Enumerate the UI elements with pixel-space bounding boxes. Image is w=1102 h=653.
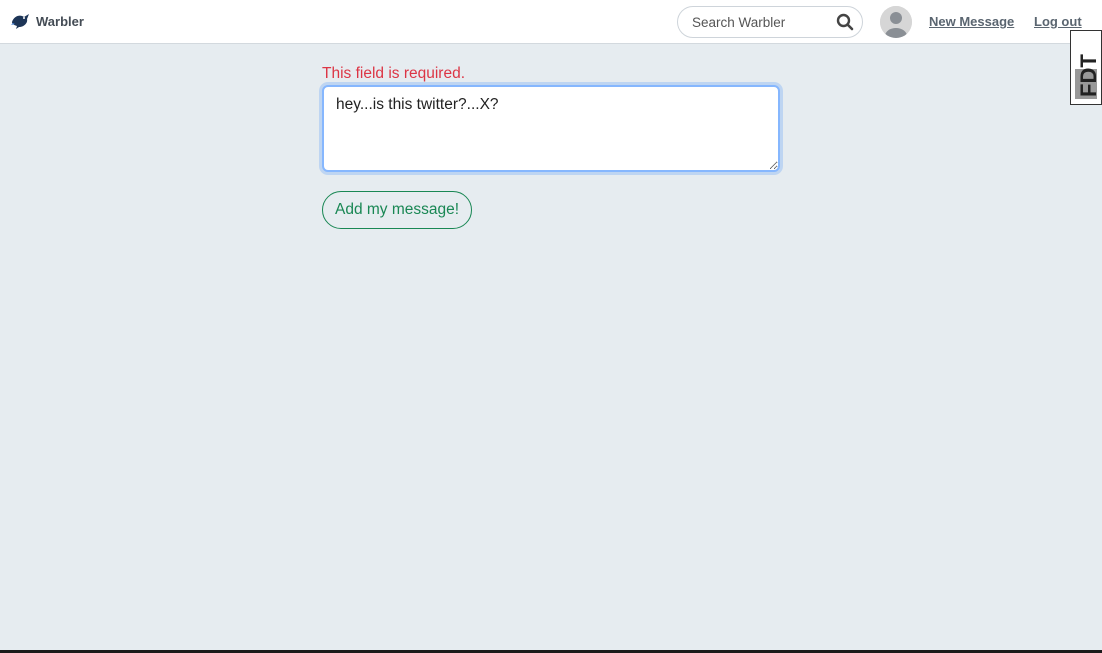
add-message-button[interactable]: Add my message! <box>322 191 473 229</box>
search-input[interactable] <box>692 13 832 31</box>
debug-toolbar-toggle[interactable]: FDT <box>1070 30 1102 105</box>
search-form <box>677 6 863 38</box>
warbler-logo-icon <box>10 12 31 30</box>
debug-toolbar-label: FDT <box>1076 54 1101 97</box>
message-textarea[interactable]: hey...is this twitter?...X? <box>322 85 780 172</box>
avatar[interactable] <box>880 6 912 38</box>
message-form: This field is required. hey...is this tw… <box>322 60 780 229</box>
search-icon[interactable] <box>836 13 854 31</box>
brand-name: Warbler <box>36 13 84 29</box>
brand-link[interactable]: Warbler <box>10 10 84 32</box>
navbar: Warbler New Message Log out <box>0 0 1102 44</box>
new-message-link[interactable]: New Message <box>929 14 1014 29</box>
field-error-message: This field is required. <box>322 65 466 82</box>
logout-link[interactable]: Log out <box>1034 14 1082 29</box>
